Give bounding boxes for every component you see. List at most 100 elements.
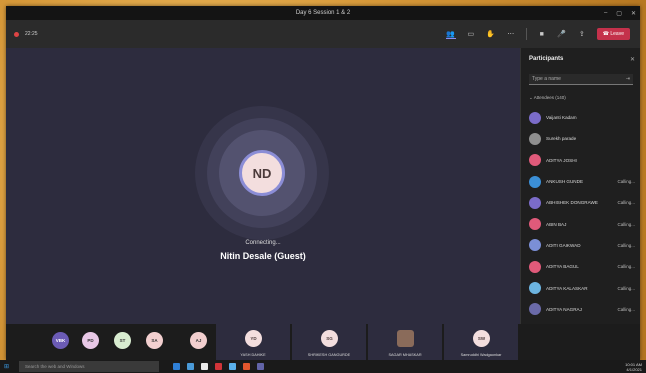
meeting-timer: 22:25 — [25, 31, 38, 37]
participant-chip[interactable]: PD — [82, 332, 99, 349]
teams-window: Day 6 Session 1 & 2 – ▢ ✕ 22:25 👥 ▭ ✋ ⋯ … — [6, 6, 640, 360]
chat-icon[interactable]: ▭ — [466, 30, 476, 38]
connecting-status: Connecting... — [245, 240, 281, 246]
participant-name: ADITYA BAGUL — [546, 264, 579, 270]
mail-icon[interactable] — [201, 363, 208, 370]
minimize-icon[interactable]: – — [604, 10, 607, 17]
tile-avatar: SG — [321, 330, 338, 347]
taskbar-search-input[interactable]: Search the web and Windows — [19, 361, 159, 372]
participant-row[interactable]: ADITYA NAGRAJ Calling... — [521, 299, 640, 320]
panel-header: Participants ✕ — [521, 48, 640, 70]
participant-chip[interactable]: SA — [146, 332, 163, 349]
participant-row[interactable]: Vaijanti Kadam — [521, 107, 640, 128]
attendees-header[interactable]: ⌄ Attendees (140) — [529, 95, 633, 101]
participant-row[interactable]: ADITI GAIKWAD Calling... — [521, 235, 640, 256]
window-title: Day 6 Session 1 & 2 — [295, 10, 351, 16]
participant-status: Calling... — [617, 285, 635, 291]
clock-date: 4/1/2021 — [626, 366, 642, 372]
participant-avatar — [529, 303, 541, 316]
participant-tile[interactable]: SAGAR MHASKAR — [368, 324, 442, 360]
participant-status: Calling... — [617, 242, 635, 248]
microphone-icon[interactable]: 🎤 — [557, 30, 567, 38]
attendees-count: Attendees (140) — [533, 95, 566, 100]
participant-chip[interactable]: ST — [114, 332, 131, 349]
participant-strip: VBK PD ST SA AJ YD YASH DAHIKE SG SHRIKESH GANGU… — [6, 324, 640, 360]
participant-row[interactable]: ADITYA BAGUL Calling... — [521, 256, 640, 277]
participant-row[interactable]: ADITYA KALASKAR Calling... — [521, 277, 640, 298]
share-invite-icon[interactable]: ⇥ — [626, 76, 630, 82]
participant-name: ADITYA JOSHI — [546, 157, 577, 163]
edge-icon[interactable] — [173, 363, 180, 370]
participant-name: ANKUSH GUNDE — [546, 179, 584, 185]
participant-row[interactable]: ABIN BAJ Calling... — [521, 213, 640, 234]
participant-row[interactable]: ADITYA JOSHI — [521, 150, 640, 171]
chrome-icon[interactable] — [215, 363, 222, 370]
close-panel-icon[interactable]: ✕ — [630, 56, 635, 63]
tile-label: YASH DAHIKE — [240, 353, 266, 357]
participants-icon[interactable]: 👥 — [445, 30, 456, 39]
participant-row[interactable]: ANKUSH GUNDE Calling... — [521, 171, 640, 192]
taskbar-search-placeholder: Search the web and Windows — [25, 364, 85, 369]
participant-avatar — [529, 239, 541, 252]
participant-status: Calling... — [617, 179, 635, 185]
participant-status: Calling... — [617, 264, 635, 270]
participant-avatar — [529, 154, 541, 167]
teams-icon[interactable] — [257, 363, 264, 370]
participant-name: ADITI GAIKWAD — [546, 242, 581, 248]
office-icon[interactable] — [243, 363, 250, 370]
participant-row[interactable]: ABHISHEK DONGRAWE Calling... — [521, 192, 640, 213]
participant-avatar — [529, 132, 541, 145]
tile-label: SAGAR MHASKAR — [388, 353, 422, 357]
participant-row[interactable]: Surekh parade — [521, 128, 640, 149]
store-icon[interactable] — [187, 363, 194, 370]
participant-avatar — [529, 196, 541, 209]
leave-button[interactable]: ☎ Leave — [596, 28, 630, 40]
participant-avatar — [529, 218, 541, 231]
main-stage: ND Connecting... Nitin Desale (Guest) — [6, 48, 520, 324]
participant-status: Calling... — [617, 221, 635, 227]
leave-label: Leave — [610, 31, 624, 37]
maximize-icon[interactable]: ▢ — [616, 10, 622, 17]
camera-icon[interactable]: ■ — [537, 31, 547, 38]
tile-avatar: SW — [473, 330, 490, 347]
participant-avatar — [529, 111, 541, 124]
search-placeholder: Type a name — [532, 76, 561, 82]
windows-start-icon[interactable]: ⊞ — [0, 360, 13, 373]
participant-avatar — [529, 260, 541, 273]
panel-title: Participants — [529, 56, 564, 62]
participant-list: Vaijanti Kadam Surekh parade ADITYA JOSHI A… — [521, 107, 640, 341]
meeting-toolbar: 22:25 👥 ▭ ✋ ⋯ ■ 🎤 ⇪ ☎ Leave — [6, 20, 640, 48]
share-screen-icon[interactable]: ⇪ — [577, 30, 587, 38]
participant-avatar — [529, 282, 541, 295]
tile-label: SHRIKESH GANGURDE — [307, 353, 351, 357]
raise-hand-icon[interactable]: ✋ — [486, 30, 496, 38]
participant-chip[interactable]: VBK — [52, 332, 69, 349]
participant-name: Surekh parade — [546, 136, 577, 142]
record-dot-icon — [14, 31, 19, 37]
caller-avatar: ND — [239, 150, 285, 196]
participant-status: Calling... — [617, 306, 635, 312]
system-clock[interactable]: 10:01 AM 4/1/2021 — [625, 362, 642, 372]
more-actions-icon[interactable]: ⋯ — [506, 30, 516, 38]
divider — [525, 28, 527, 40]
participant-name: ADITYA NAGRAJ — [546, 306, 582, 312]
participant-avatar — [529, 175, 541, 188]
caller-name: Nitin Desale (Guest) — [220, 251, 306, 261]
participant-tile[interactable]: SG SHRIKESH GANGURDE — [292, 324, 366, 360]
participant-name: Vaijanti Kadam — [546, 115, 577, 121]
tile-label: Samruddhi Wadgaonkar — [460, 353, 502, 357]
windows-taskbar: ⊞ Search the web and Windows 10:01 AM 4/… — [0, 360, 646, 373]
close-icon[interactable]: ✕ — [631, 10, 636, 17]
participant-name: ADITYA KALASKAR — [546, 285, 588, 291]
participant-chip[interactable]: AJ — [190, 332, 207, 349]
participant-search-input[interactable]: Type a name ⇥ — [529, 74, 633, 85]
skype-icon[interactable] — [229, 363, 236, 370]
title-bar: Day 6 Session 1 & 2 – ▢ ✕ — [6, 6, 640, 20]
participants-panel: Participants ✕ Type a name ⇥ ⌄ Attendees… — [520, 48, 640, 337]
participant-tile[interactable]: SW Samruddhi Wadgaonkar — [444, 324, 518, 360]
tile-avatar: YD — [245, 330, 262, 347]
tile-avatar — [397, 330, 414, 347]
recording-indicator: 22:25 — [14, 31, 38, 37]
participant-name: ABHISHEK DONGRAWE — [546, 200, 598, 206]
participant-tile[interactable]: YD YASH DAHIKE — [216, 324, 290, 360]
